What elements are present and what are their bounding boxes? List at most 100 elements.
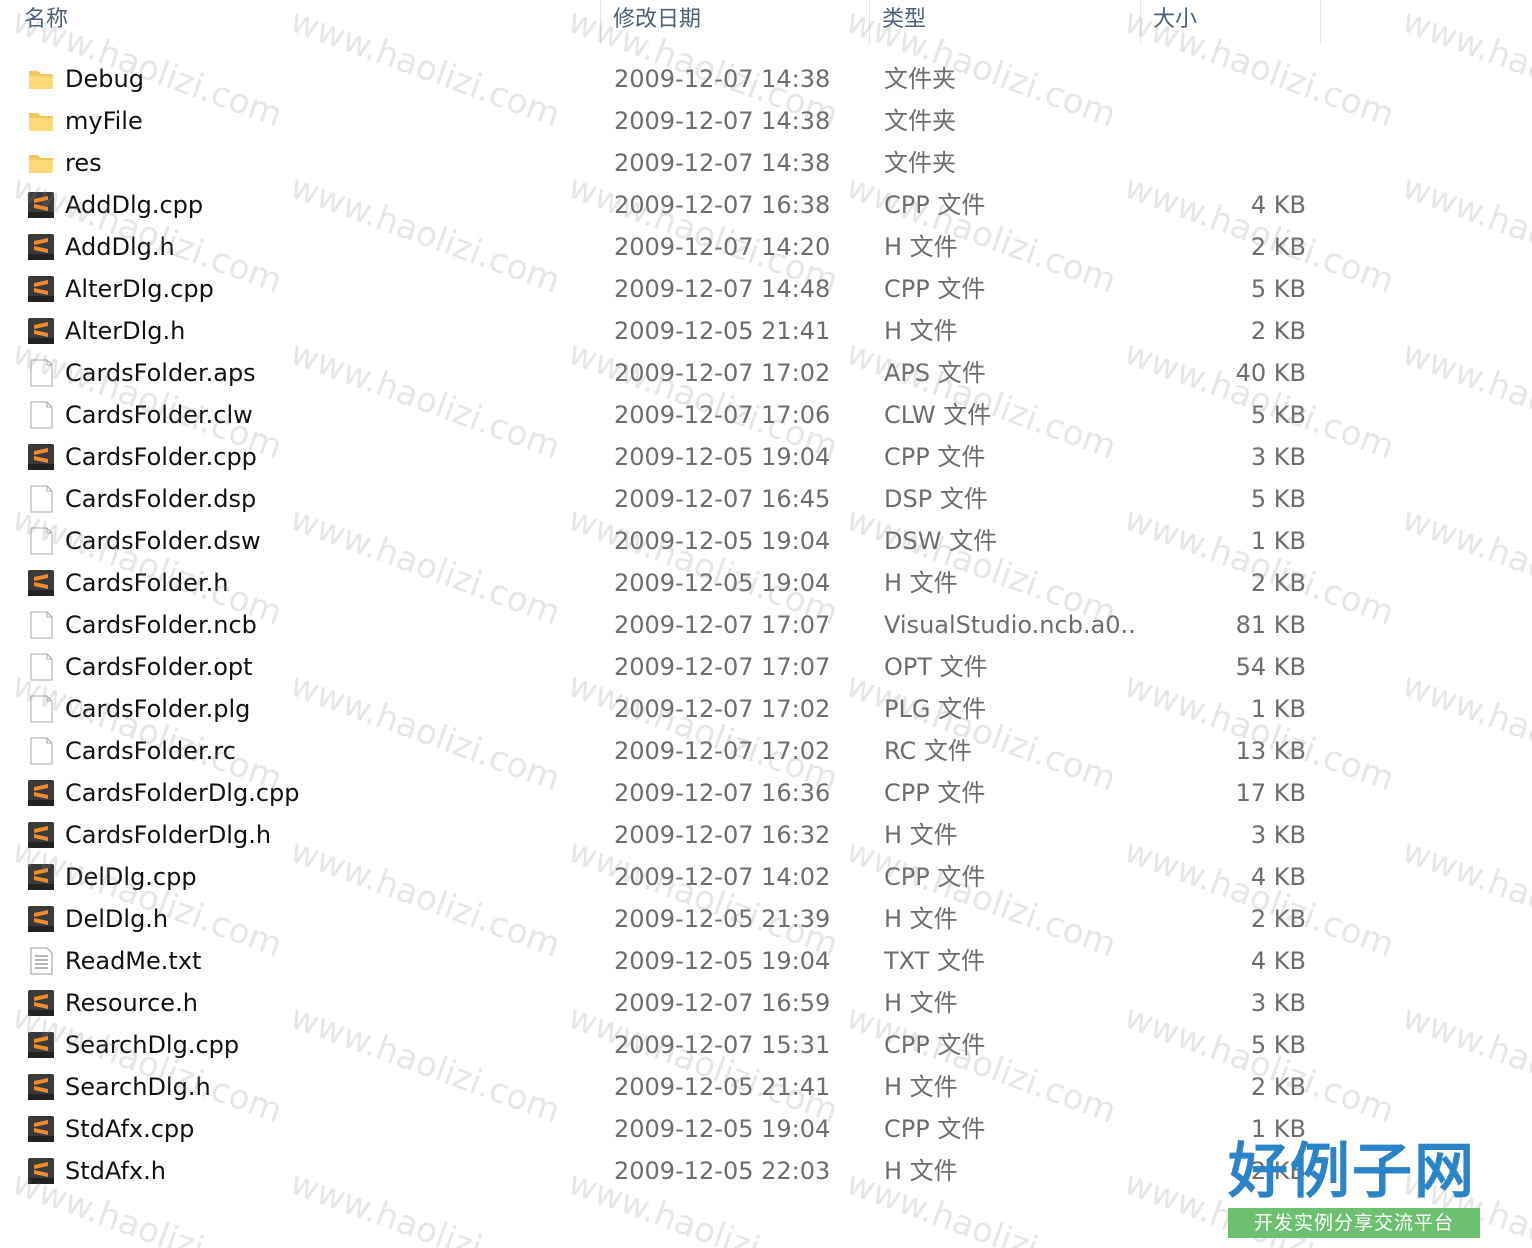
file-name: CardsFolder.dsw [65, 527, 261, 555]
file-row[interactable]: myFile 2009-12-07 14:38 文件夹 [0, 100, 1532, 142]
file-date: 2009-12-07 17:06 [614, 401, 831, 429]
file-date: 2009-12-05 19:04 [614, 947, 831, 975]
folder-icon [26, 107, 56, 135]
file-size [1160, 142, 1306, 184]
file-size: 2 KB [1250, 569, 1306, 597]
file-type: H 文件 [884, 1073, 958, 1101]
file-row[interactable]: CardsFolder.dsp 2009-12-07 16:45 DSP 文件 5 K… [0, 478, 1532, 520]
file-row[interactable]: AlterDlg.h 2009-12-05 21:41 H 文件 2 KB [0, 310, 1532, 352]
file-row[interactable]: CardsFolder.plg 2009-12-07 17:02 PLG 文件 1 K… [0, 688, 1532, 730]
file-type: CPP 文件 [884, 1031, 986, 1059]
sublime-file-icon [26, 821, 56, 849]
file-date: 2009-12-07 17:02 [614, 695, 831, 723]
file-type: H 文件 [884, 569, 958, 597]
column-header-date[interactable]: 修改日期 [601, 0, 869, 44]
file-row[interactable]: SearchDlg.cpp 2009-12-07 15:31 CPP 文件 5 KB [0, 1024, 1532, 1066]
file-size: 3 KB [1250, 989, 1306, 1017]
file-name: SearchDlg.h [65, 1073, 211, 1101]
file-name: res [65, 149, 102, 177]
file-row[interactable]: ReadMe.txt 2009-12-05 19:04 TXT 文件 4 KB [0, 940, 1532, 982]
file-name: DelDlg.h [65, 905, 169, 933]
file-type: 文件夹 [884, 107, 956, 135]
file-row[interactable]: DelDlg.cpp 2009-12-07 14:02 CPP 文件 4 KB [0, 856, 1532, 898]
sublime-file-icon [26, 317, 56, 345]
file-name: StdAfx.h [65, 1157, 166, 1185]
file-row[interactable]: CardsFolderDlg.cpp 2009-12-07 16:36 CPP 文件… [0, 772, 1532, 814]
file-row[interactable]: DelDlg.h 2009-12-05 21:39 H 文件 2 KB [0, 898, 1532, 940]
file-name: ReadMe.txt [65, 947, 202, 975]
column-header-size[interactable]: 大小 [1141, 0, 1320, 44]
file-row[interactable]: SearchDlg.h 2009-12-05 21:41 H 文件 2 KB [0, 1066, 1532, 1108]
file-row[interactable]: Resource.h 2009-12-07 16:59 H 文件 3 KB [0, 982, 1532, 1024]
file-name: CardsFolder.clw [65, 401, 253, 429]
blank-file-icon [26, 737, 56, 765]
column-divider[interactable] [1320, 0, 1321, 44]
file-date: 2009-12-07 14:20 [614, 233, 831, 261]
file-size: 17 KB [1235, 779, 1306, 807]
column-header-bar: 名称 修改日期 类型 大小 [0, 0, 1532, 46]
file-name: SearchDlg.cpp [65, 1031, 240, 1059]
file-date: 2009-12-05 19:04 [614, 443, 831, 471]
file-name: CardsFolder.ncb [65, 611, 257, 639]
file-row[interactable]: AlterDlg.cpp 2009-12-07 14:48 CPP 文件 5 KB [0, 268, 1532, 310]
file-size: 5 KB [1250, 401, 1306, 429]
file-name: AddDlg.h [65, 233, 175, 261]
file-type: TXT 文件 [884, 947, 985, 975]
file-size: 3 KB [1250, 443, 1306, 471]
text-file-icon [26, 947, 56, 975]
file-type: 文件夹 [884, 65, 956, 93]
file-row[interactable]: CardsFolder.clw 2009-12-07 17:06 CLW 文件 5 K… [0, 394, 1532, 436]
file-row[interactable]: CardsFolder.h 2009-12-05 19:04 H 文件 2 KB [0, 562, 1532, 604]
file-name: Debug [65, 65, 144, 93]
folder-icon [26, 65, 56, 93]
file-name: CardsFolderDlg.h [65, 821, 272, 849]
file-size [1160, 58, 1306, 100]
file-type: H 文件 [884, 989, 958, 1017]
column-header-name[interactable]: 名称 [12, 0, 600, 44]
file-size: 1 KB [1250, 527, 1306, 555]
blank-file-icon [26, 485, 56, 513]
file-row[interactable]: AddDlg.cpp 2009-12-07 16:38 CPP 文件 4 KB [0, 184, 1532, 226]
file-date: 2009-12-07 14:02 [614, 863, 831, 891]
file-row[interactable]: CardsFolderDlg.h 2009-12-07 16:32 H 文件 3 KB [0, 814, 1532, 856]
file-date: 2009-12-07 14:38 [614, 149, 831, 177]
file-date: 2009-12-07 17:07 [614, 653, 831, 681]
file-row[interactable]: CardsFolder.ncb 2009-12-07 17:07 VisualStu… [0, 604, 1532, 646]
file-row[interactable]: CardsFolder.opt 2009-12-07 17:07 OPT 文件 54 … [0, 646, 1532, 688]
file-size: 2 KB [1250, 1073, 1306, 1101]
file-type: APS 文件 [884, 359, 986, 387]
file-type: DSP 文件 [884, 485, 988, 513]
file-row[interactable]: CardsFolder.dsw 2009-12-05 19:04 DSW 文件 1 K… [0, 520, 1532, 562]
blank-file-icon [26, 527, 56, 555]
file-row[interactable]: AddDlg.h 2009-12-07 14:20 H 文件 2 KB [0, 226, 1532, 268]
file-size: 2 KB [1250, 233, 1306, 261]
file-name: CardsFolder.opt [65, 653, 253, 681]
file-name: CardsFolder.plg [65, 695, 251, 723]
sublime-file-icon [26, 233, 56, 261]
file-name: myFile [65, 107, 143, 135]
file-name: StdAfx.cpp [65, 1115, 195, 1143]
file-type: VisualStudio.ncb.a0... [884, 611, 1134, 639]
file-name: AddDlg.cpp [65, 191, 204, 219]
sublime-file-icon [26, 779, 56, 807]
file-date: 2009-12-07 17:02 [614, 737, 831, 765]
file-type: OPT 文件 [884, 653, 988, 681]
file-type: H 文件 [884, 1157, 958, 1185]
file-row[interactable]: CardsFolder.rc 2009-12-07 17:02 RC 文件 13 KB [0, 730, 1532, 772]
file-list: Debug 2009-12-07 14:38 文件夹 myFile 2009-12-07… [0, 58, 1532, 1192]
file-name: CardsFolderDlg.cpp [65, 779, 300, 807]
brand-subtitle: 开发实例分享交流平台 [1228, 1208, 1480, 1238]
file-row[interactable]: CardsFolder.aps 2009-12-07 17:02 APS 文件 40 … [0, 352, 1532, 394]
file-type: CPP 文件 [884, 191, 986, 219]
sublime-file-icon [26, 1073, 56, 1101]
file-name: AlterDlg.cpp [65, 275, 214, 303]
sublime-file-icon [26, 1157, 56, 1185]
file-date: 2009-12-07 16:36 [614, 779, 831, 807]
file-date: 2009-12-07 17:07 [614, 611, 831, 639]
file-row[interactable]: CardsFolder.cpp 2009-12-05 19:04 CPP 文件 3 K… [0, 436, 1532, 478]
column-header-type[interactable]: 类型 [870, 0, 1140, 44]
file-row[interactable]: res 2009-12-07 14:38 文件夹 [0, 142, 1532, 184]
file-date: 2009-12-05 19:04 [614, 1115, 831, 1143]
file-row[interactable]: Debug 2009-12-07 14:38 文件夹 [0, 58, 1532, 100]
file-date: 2009-12-07 14:38 [614, 65, 831, 93]
